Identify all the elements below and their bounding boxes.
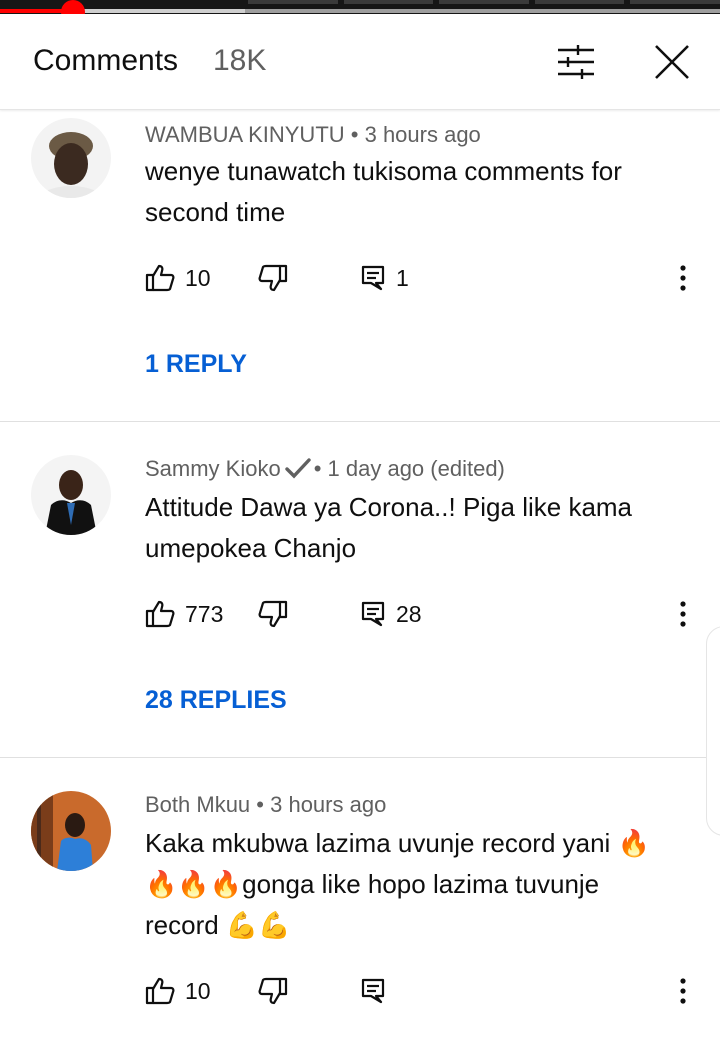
comment-meta: Both Mkuu • 3 hours ago (145, 792, 386, 818)
comment-actions: 10 (145, 974, 705, 1008)
comment-text-line: Kaka mkubwa lazima uvunje record yani 🔥 (145, 828, 650, 858)
more-options-button[interactable] (673, 974, 693, 1008)
comment-text: wenye tunawatch tukisoma comments for se… (145, 151, 685, 233)
sliders-icon (558, 45, 594, 79)
comments-header: Comments 18K (0, 14, 720, 110)
comment-meta: Sammy Kioko • 1 day ago (edited) (145, 456, 505, 482)
comment-text-line: umepokea Chanjo (145, 533, 357, 563)
comments-count: 18K (213, 44, 267, 77)
comment-text-line: Attitude Dawa ya Corona..! Piga like kam… (145, 492, 633, 522)
reply-button[interactable] (360, 974, 386, 1008)
comment-text-line: 🔥🔥🔥gonga like hopo lazima tuvunje (145, 869, 600, 899)
view-replies-link[interactable]: 1 REPLY (145, 350, 247, 379)
comment-text: Kaka mkubwa lazima uvunje record yani 🔥 … (145, 823, 685, 946)
comment-author[interactable]: Both Mkuu (145, 792, 250, 817)
comment-author[interactable]: WAMBUA KINYUTU (145, 122, 345, 147)
checkmark-icon (285, 458, 311, 479)
avatar[interactable] (31, 455, 111, 535)
comment-actions: 10 1 (145, 261, 705, 295)
comment-timestamp: • 1 day ago (edited) (313, 456, 505, 481)
comment-thread: WAMBUA KINYUTU • 3 hours ago wenye tunaw… (0, 110, 720, 422)
comment-icon (361, 265, 385, 291)
like-count: 773 (185, 600, 224, 627)
more-vert-icon (680, 265, 686, 291)
more-vert-icon (680, 601, 686, 627)
comment-author[interactable]: Sammy Kioko (145, 456, 281, 481)
like-button[interactable]: 773 (145, 597, 223, 631)
divider (0, 757, 720, 758)
video-thumbnail-strip (248, 0, 720, 4)
close-icon (655, 45, 689, 79)
video-progress-buffered (72, 9, 245, 13)
like-count: 10 (185, 977, 211, 1004)
comment-thread: Both Mkuu • 3 hours ago Kaka mkubwa lazi… (0, 759, 720, 1041)
comment-text: Attitude Dawa ya Corona..! Piga like kam… (145, 487, 685, 569)
reply-count: 28 (396, 600, 422, 627)
thumbs-up-icon (145, 264, 175, 292)
more-options-button[interactable] (673, 261, 693, 295)
more-vert-icon (680, 978, 686, 1004)
view-replies-link[interactable]: 28 REPLIES (145, 686, 287, 715)
like-button[interactable]: 10 (145, 261, 211, 295)
more-options-button[interactable] (673, 597, 693, 631)
thumbs-up-icon (145, 977, 175, 1005)
comment-icon (361, 601, 385, 627)
dislike-button[interactable] (258, 597, 288, 631)
comment-text-line: second time (145, 197, 286, 227)
thumbs-down-icon (258, 977, 288, 1005)
like-count: 10 (185, 264, 211, 291)
close-button[interactable] (650, 42, 694, 82)
like-button[interactable]: 10 (145, 974, 211, 1008)
avatar[interactable] (31, 118, 111, 198)
reply-button[interactable]: 1 (360, 261, 409, 295)
reply-count: 1 (396, 264, 409, 291)
comments-title: Comments (33, 44, 179, 77)
comment-text-line: wenye tunawatch tukisoma comments for (145, 156, 622, 186)
comment-thread: Sammy Kioko • 1 day ago (edited) Attitude… (0, 423, 720, 758)
reply-button[interactable]: 28 (360, 597, 422, 631)
comment-actions: 773 28 (145, 597, 705, 631)
thumbs-down-icon (258, 600, 288, 628)
thumbs-up-icon (145, 600, 175, 628)
sort-filter-button[interactable] (551, 42, 601, 82)
divider (0, 421, 720, 422)
comment-timestamp: • 3 hours ago (350, 122, 481, 147)
comment-text-line: record 💪💪 (145, 910, 291, 940)
comment-meta: WAMBUA KINYUTU • 3 hours ago (145, 122, 481, 148)
thumbs-down-icon (258, 264, 288, 292)
avatar[interactable] (31, 791, 111, 871)
comment-icon (361, 978, 385, 1004)
dislike-button[interactable] (258, 974, 288, 1008)
comment-timestamp: • 3 hours ago (256, 792, 387, 817)
dislike-button[interactable] (258, 261, 288, 295)
